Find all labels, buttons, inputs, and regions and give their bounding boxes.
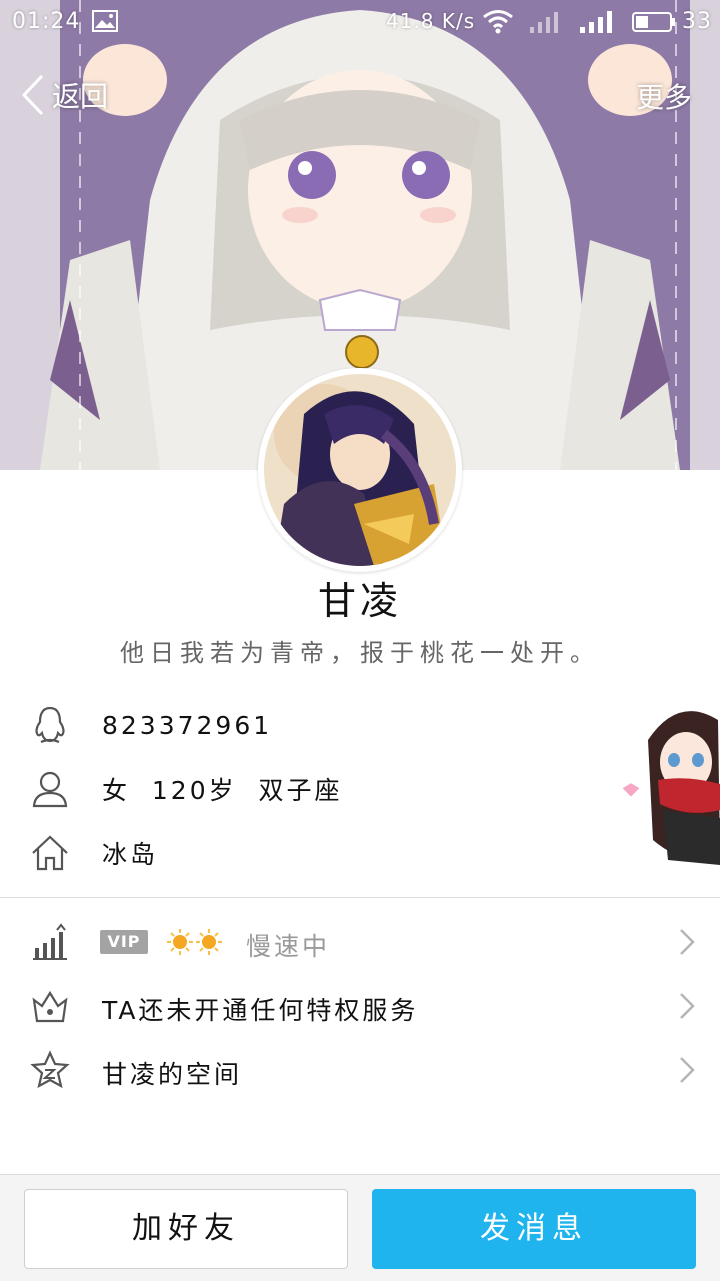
bar-chart-icon bbox=[33, 923, 67, 960]
battery-icon bbox=[632, 12, 675, 32]
wifi-icon bbox=[483, 10, 513, 34]
qzone-row[interactable]: 甘凌的空间 bbox=[0, 1039, 720, 1101]
signal-icon bbox=[580, 11, 612, 33]
privilege-row[interactable]: TA还未开通任何特权服务 bbox=[0, 975, 720, 1037]
send-message-button[interactable]: 发消息 bbox=[372, 1189, 696, 1269]
profile-signature: 他日我若为青帝，报于桃花一处开。 bbox=[120, 639, 600, 667]
section-divider bbox=[0, 897, 720, 898]
qq-number: 823372961 bbox=[102, 710, 273, 740]
profile-nickname: 甘凌 bbox=[317, 579, 402, 623]
vip-speed-status: 慢速中 bbox=[246, 932, 331, 961]
crown-icon bbox=[32, 990, 68, 1023]
vip-badge: VIP bbox=[100, 930, 148, 954]
qzone-text: 甘凌的空间 bbox=[102, 1060, 243, 1089]
status-bar: 01:24 41.8 K/s 33 bbox=[0, 0, 720, 44]
chevron-right-icon bbox=[680, 929, 695, 955]
image-icon bbox=[92, 10, 118, 32]
net-speed: 41.8 K/s bbox=[386, 9, 476, 33]
decorative-sticker bbox=[619, 711, 720, 865]
vip-level-row[interactable]: VIP 慢速中 bbox=[0, 911, 720, 973]
back-label: 返回 bbox=[52, 80, 109, 113]
home-icon bbox=[32, 835, 68, 871]
signal-icon bbox=[530, 12, 558, 33]
back-button[interactable]: 返回 bbox=[20, 72, 108, 118]
battery-level: 33 bbox=[682, 9, 712, 34]
chevron-right-icon bbox=[680, 1057, 695, 1083]
chevron-right-icon bbox=[680, 993, 695, 1019]
gender-age-sign: 女 120岁 双子座 bbox=[102, 776, 343, 805]
penguin-icon bbox=[35, 706, 65, 744]
chevron-left-icon bbox=[21, 74, 44, 116]
avatar[interactable] bbox=[258, 368, 462, 572]
person-icon bbox=[32, 771, 68, 808]
location: 冰岛 bbox=[102, 840, 159, 869]
location-row[interactable]: 冰岛 bbox=[0, 825, 620, 881]
sun-level-icon bbox=[167, 929, 222, 955]
add-friend-button[interactable]: 加好友 bbox=[24, 1189, 348, 1269]
qq-number-row[interactable]: 823372961 bbox=[0, 697, 620, 753]
bottom-action-bar: 加好友 发消息 bbox=[0, 1174, 720, 1281]
basic-info-row[interactable]: 女 120岁 双子座 bbox=[0, 761, 620, 817]
privilege-text: TA还未开通任何特权服务 bbox=[102, 996, 419, 1025]
more-button[interactable]: 更多 bbox=[636, 76, 692, 116]
status-time: 01:24 bbox=[12, 9, 81, 34]
star-icon bbox=[30, 1050, 70, 1089]
